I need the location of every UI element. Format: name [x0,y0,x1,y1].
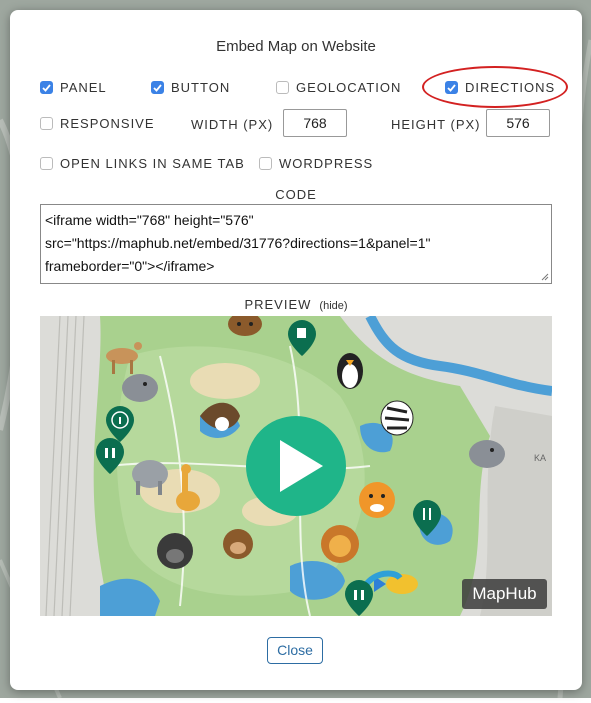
code-line: src="https://maphub.net/embed/31776?dire… [45,235,431,251]
code-label: CODE [275,187,317,202]
wordpress-option[interactable]: WORDPRESS [259,156,373,171]
embed-code-textarea[interactable]: <iframe width="768" height="576" src="ht… [40,204,552,284]
directions-annotation-circle [422,66,568,108]
responsive-checkbox[interactable] [40,117,53,130]
resize-handle-icon[interactable] [541,273,549,281]
width-label: WIDTH (PX) [191,117,274,132]
tiger-icon[interactable] [359,482,395,518]
maphub-badge[interactable]: MapHub [462,579,547,609]
embed-map-dialog: Embed Map on Website PANEL BUTTON GEOLOC… [10,10,582,690]
code-line: <iframe width="768" height="576" [45,212,254,228]
preview-header: PREVIEW (hide) [10,297,582,312]
monkey-icon[interactable] [223,529,253,559]
preview-label: PREVIEW [244,297,312,312]
open-links-label: OPEN LINKS IN SAME TAB [60,156,245,171]
wordpress-label: WORDPRESS [279,156,374,171]
button-checkbox[interactable] [151,81,164,94]
panel-checkbox[interactable] [40,81,53,94]
rhino-icon[interactable] [469,440,505,468]
panel-label: PANEL [60,80,107,95]
geolocation-label: GEOLOCATION [296,80,402,95]
rhino-icon[interactable] [122,374,158,402]
height-input[interactable] [486,109,550,137]
check-icon [42,83,51,92]
dialog-title: Embed Map on Website [216,38,376,55]
geolocation-option[interactable]: GEOLOCATION [276,80,401,95]
check-icon [153,83,162,92]
hide-preview-link[interactable]: (hide) [319,300,347,312]
map-preview[interactable]: KA MapHub [40,316,552,616]
zebra-icon[interactable] [380,400,414,436]
height-label: HEIGHT (PX) [391,117,481,132]
play-button[interactable] [246,416,346,516]
map-street-label: KA [534,453,546,463]
wordpress-checkbox[interactable] [259,157,272,170]
code-line: frameborder="0"></iframe> [45,258,215,274]
responsive-option[interactable]: RESPONSIVE [40,116,155,131]
open-links-checkbox[interactable] [40,157,53,170]
lion-icon[interactable] [321,525,359,563]
panel-option[interactable]: PANEL [40,80,107,95]
close-button[interactable]: Close [267,637,323,664]
geolocation-checkbox[interactable] [276,81,289,94]
gorilla-icon[interactable] [157,533,193,569]
button-option[interactable]: BUTTON [151,80,230,95]
width-input[interactable] [283,109,347,137]
zoo-map: KA [40,316,552,616]
penguin-icon[interactable] [337,353,363,389]
responsive-label: RESPONSIVE [60,116,155,131]
button-label: BUTTON [171,80,231,95]
open-links-option[interactable]: OPEN LINKS IN SAME TAB [40,156,245,171]
